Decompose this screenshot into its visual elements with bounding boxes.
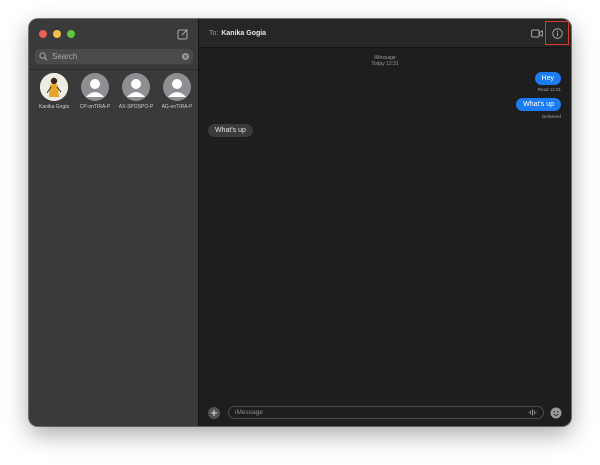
- info-icon: [551, 27, 563, 39]
- pinned-contact-cp-ontira-p[interactable]: CP-onTIRA-P: [75, 73, 115, 110]
- pinned-contact-ax-spospo-p[interactable]: AX-SPOSPO-P: [116, 73, 156, 110]
- avatar: [81, 73, 109, 101]
- sidebar-divider: [29, 69, 198, 70]
- sidebar: Kanika Gogia CP-onTIRA-P: [29, 19, 199, 426]
- apps-button[interactable]: [208, 406, 220, 419]
- compose-button[interactable]: [177, 27, 189, 40]
- person-icon: [86, 79, 104, 97]
- plus-icon: [211, 409, 217, 416]
- video-call-icon[interactable]: [531, 29, 543, 38]
- conversation-header: To: Kanika Gogia: [199, 19, 571, 48]
- messages-window: Kanika Gogia CP-onTIRA-P: [29, 19, 571, 426]
- person-icon: [168, 79, 186, 97]
- search-field[interactable]: [35, 49, 193, 64]
- message-bubble-received[interactable]: What's up: [208, 124, 253, 137]
- to-label: To:: [209, 29, 219, 37]
- conversation-meta: iMessage Today 12:31: [199, 55, 571, 67]
- message-bubble-sent[interactable]: Hey: [534, 72, 561, 85]
- conversation-pane: To: Kanika Gogia iMessage Today 12:31 He…: [199, 19, 571, 426]
- clear-search-icon[interactable]: [182, 53, 189, 60]
- audio-waveform-icon[interactable]: [528, 409, 537, 416]
- message-input-field[interactable]: [228, 406, 544, 419]
- timestamp-label: Today 12:31: [371, 61, 399, 67]
- contact-name: AG-onTIRA-P: [161, 104, 193, 110]
- pinned-contact-kanika-gogia[interactable]: Kanika Gogia: [34, 73, 74, 110]
- compose-icon: [177, 29, 188, 40]
- recipient-name[interactable]: Kanika Gogia: [221, 30, 266, 37]
- search-icon: [39, 52, 48, 61]
- close-button[interactable]: [39, 30, 47, 38]
- message-input[interactable]: [235, 409, 528, 416]
- details-button[interactable]: [545, 21, 569, 45]
- pinned-conversations: Kanika Gogia CP-onTIRA-P AX-SPOSPO-P AG-…: [34, 73, 197, 110]
- avatar: [40, 73, 68, 101]
- contact-name: CP-onTIRA-P: [79, 104, 111, 110]
- contact-name: AX-SPOSPO-P: [118, 104, 154, 110]
- delivery-status: Delivered: [541, 114, 561, 119]
- message-composer: [208, 406, 562, 419]
- emoji-icon[interactable]: [550, 407, 562, 419]
- avatar: [122, 73, 150, 101]
- search-input[interactable]: [52, 52, 182, 61]
- pinned-contact-ag-ontira-p[interactable]: AG-onTIRA-P: [157, 73, 197, 110]
- read-receipt: Read 12:31: [537, 87, 561, 92]
- person-icon: [127, 79, 145, 97]
- contact-name: Kanika Gogia: [38, 104, 70, 110]
- minimize-button[interactable]: [53, 30, 61, 38]
- message-bubble-sent[interactable]: What's up: [516, 98, 561, 111]
- avatar: [163, 73, 191, 101]
- zoom-button[interactable]: [67, 30, 75, 38]
- contact-photo-icon: [40, 73, 68, 101]
- window-controls: [39, 30, 75, 38]
